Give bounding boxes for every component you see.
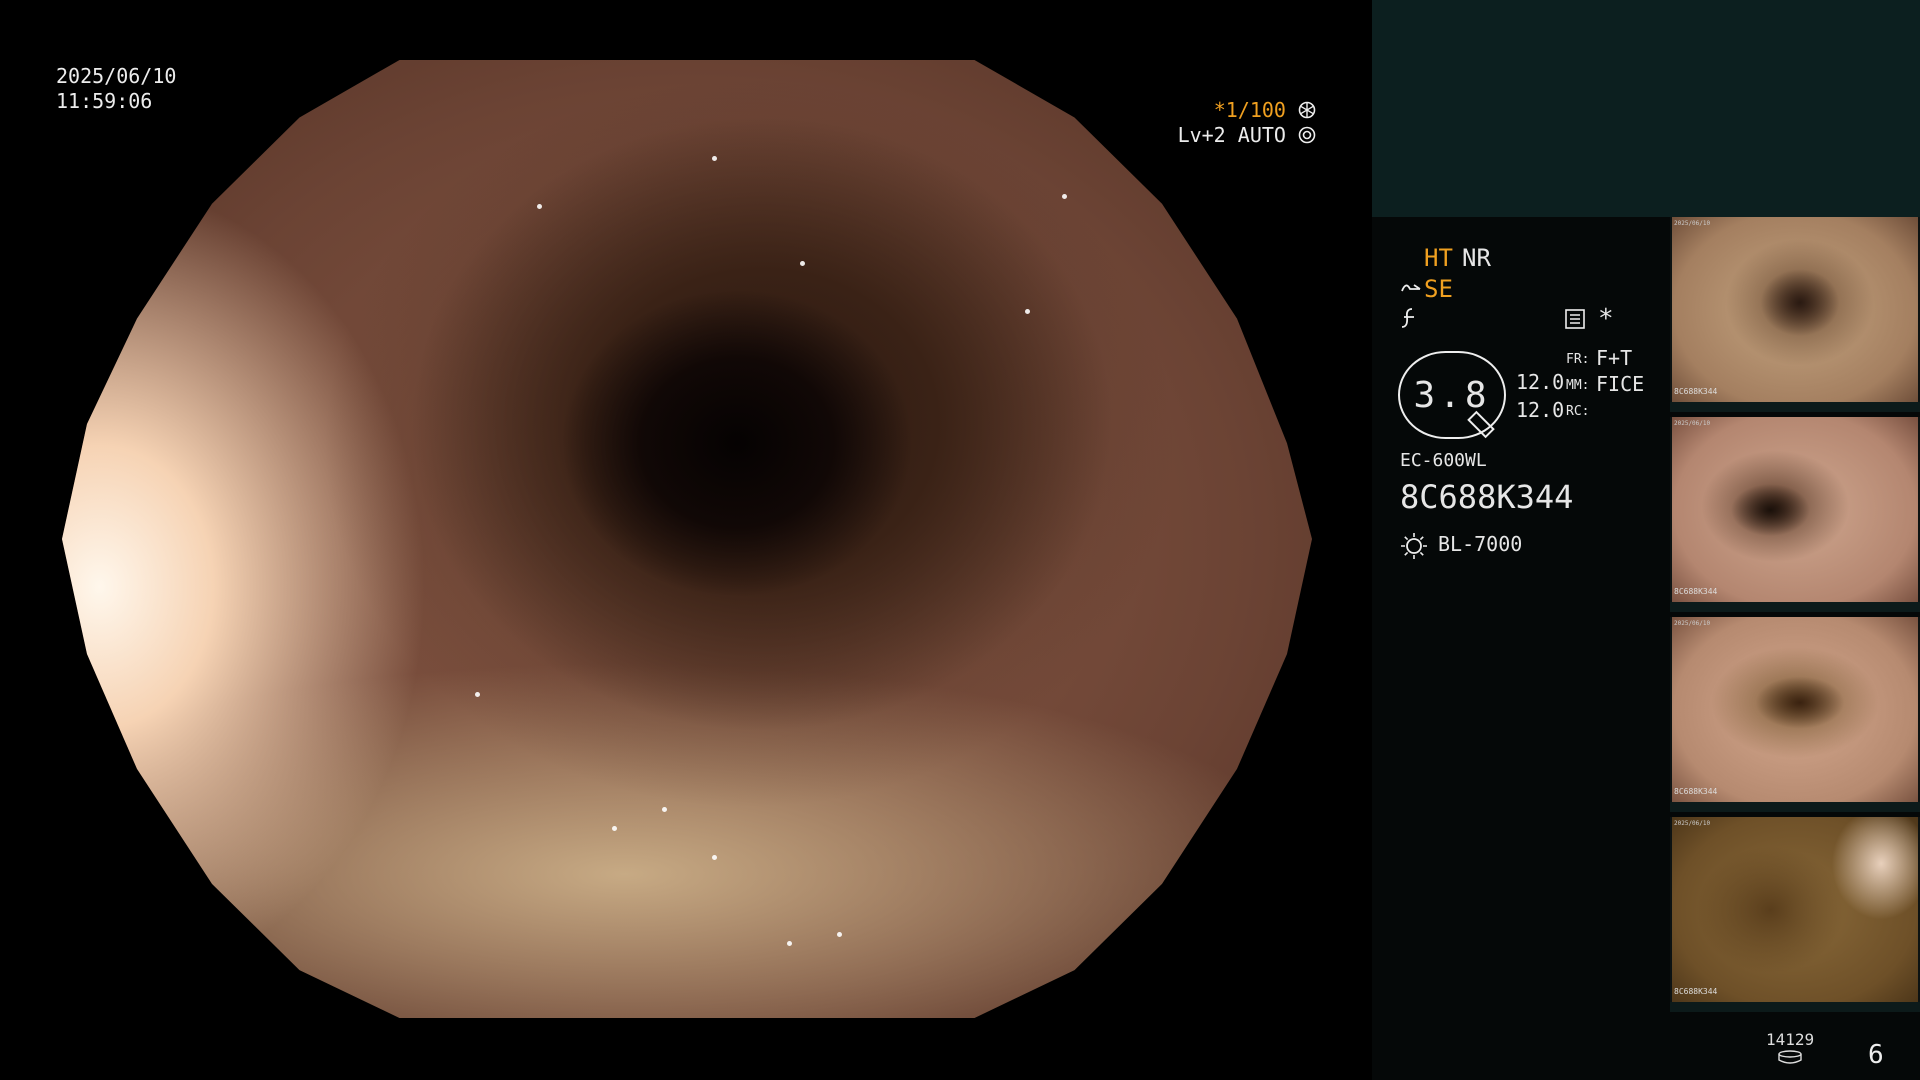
reflection-glint [837, 931, 842, 937]
reflection-glint [474, 692, 480, 698]
storage-count: 14129 [1766, 1030, 1815, 1049]
side-panel-header [1372, 0, 1920, 217]
se-mode-icon [1401, 284, 1421, 292]
zoom-indicator: 3.8 [1398, 351, 1506, 439]
reflection-glint [799, 261, 805, 267]
captured-thumbnails: 2025/06/10 8C688K344 2025/06/10 8C688K34… [1670, 217, 1920, 1017]
enhance-value-2: 12.0 [1516, 398, 1565, 422]
thumbnail-image [1672, 417, 1918, 603]
fr-label: FR: [1566, 352, 1590, 367]
storage-indicator: 14129 [1766, 1030, 1814, 1068]
mm-value: FICE [1596, 372, 1645, 396]
reflection-glint [537, 203, 542, 209]
exposure-readout: *1/100 Lv+2 AUTO [1178, 98, 1316, 148]
nr-indicator: NR [1462, 244, 1491, 272]
thumbnail-status-bar [1670, 1002, 1920, 1012]
endoscopic-live-image [62, 60, 1312, 1018]
thumbnail-date: 2025/06/10 [1674, 620, 1711, 627]
function-icon [1401, 308, 1414, 328]
thumbnail-4[interactable]: 2025/06/10 8C688K344 [1670, 817, 1920, 1012]
auto-iris-icon [1298, 126, 1316, 144]
thumbnail-date: 2025/06/10 [1674, 420, 1711, 427]
enhance-value-1: 12.0 [1516, 370, 1565, 394]
thumbnail-status-bar [1670, 802, 1920, 812]
time-text: 11:59:06 [56, 89, 153, 113]
asterisk-indicator: * [1598, 304, 1614, 334]
light-source-icon [1401, 533, 1427, 559]
iris-mode: AUTO [1237, 123, 1286, 147]
shutter-speed: *1/100 [1213, 98, 1286, 122]
menu-card-icon [1565, 309, 1585, 329]
reflection-glint [662, 807, 667, 813]
reflection-glint [1062, 194, 1067, 200]
aperture-icon [1298, 101, 1316, 119]
image-count: 6 [1868, 1040, 1884, 1070]
fr-value: F+T [1596, 346, 1633, 370]
thumbnail-serial: 8C688K344 [1674, 587, 1718, 596]
reflection-glint [712, 855, 717, 861]
thumbnail-date: 2025/06/10 [1674, 820, 1711, 827]
thumbnail-image [1672, 817, 1918, 1003]
date-time-readout: 2025/06/10 11:59:06 [56, 64, 176, 114]
ht-indicator: HT [1424, 244, 1453, 272]
thumbnail-status-bar [1670, 602, 1920, 612]
scope-serial: 8C688K344 [1400, 478, 1574, 516]
reflection-glint [1024, 309, 1030, 315]
thumbnail-image [1672, 217, 1918, 403]
reflection-glint [787, 941, 792, 947]
storage-icon [1778, 1050, 1802, 1064]
thumbnail-serial: 8C688K344 [1674, 787, 1718, 796]
brightness-level: Lv+2 [1177, 123, 1226, 147]
scope-model: EC-600WL [1400, 450, 1487, 471]
zoom-value: 3.8 [1413, 375, 1491, 416]
thumbnail-image [1672, 617, 1918, 803]
endoscope-main-view: 2025/06/10 11:59:06 *1/100 Lv+2 AUTO [0, 0, 1372, 1080]
light-source-model: BL-7000 [1438, 532, 1523, 556]
reflection-glint [712, 155, 717, 161]
thumbnail-status-bar [1670, 402, 1920, 412]
thumbnail-serial: 8C688K344 [1674, 987, 1718, 996]
thumbnail-2[interactable]: 2025/06/10 8C688K344 [1670, 417, 1920, 612]
thumbnail-3[interactable]: 2025/06/10 8C688K344 [1670, 617, 1920, 812]
reflection-glint [612, 826, 617, 832]
thumbnail-1[interactable]: 2025/06/10 8C688K344 [1670, 217, 1920, 412]
thumbnail-date: 2025/06/10 [1674, 220, 1711, 227]
thumbnail-serial: 8C688K344 [1674, 387, 1718, 396]
se-indicator: SE [1424, 275, 1453, 303]
mm-label: MM: [1566, 378, 1590, 393]
date-text: 2025/06/10 [56, 64, 177, 88]
rc-label: RC: [1566, 404, 1590, 419]
